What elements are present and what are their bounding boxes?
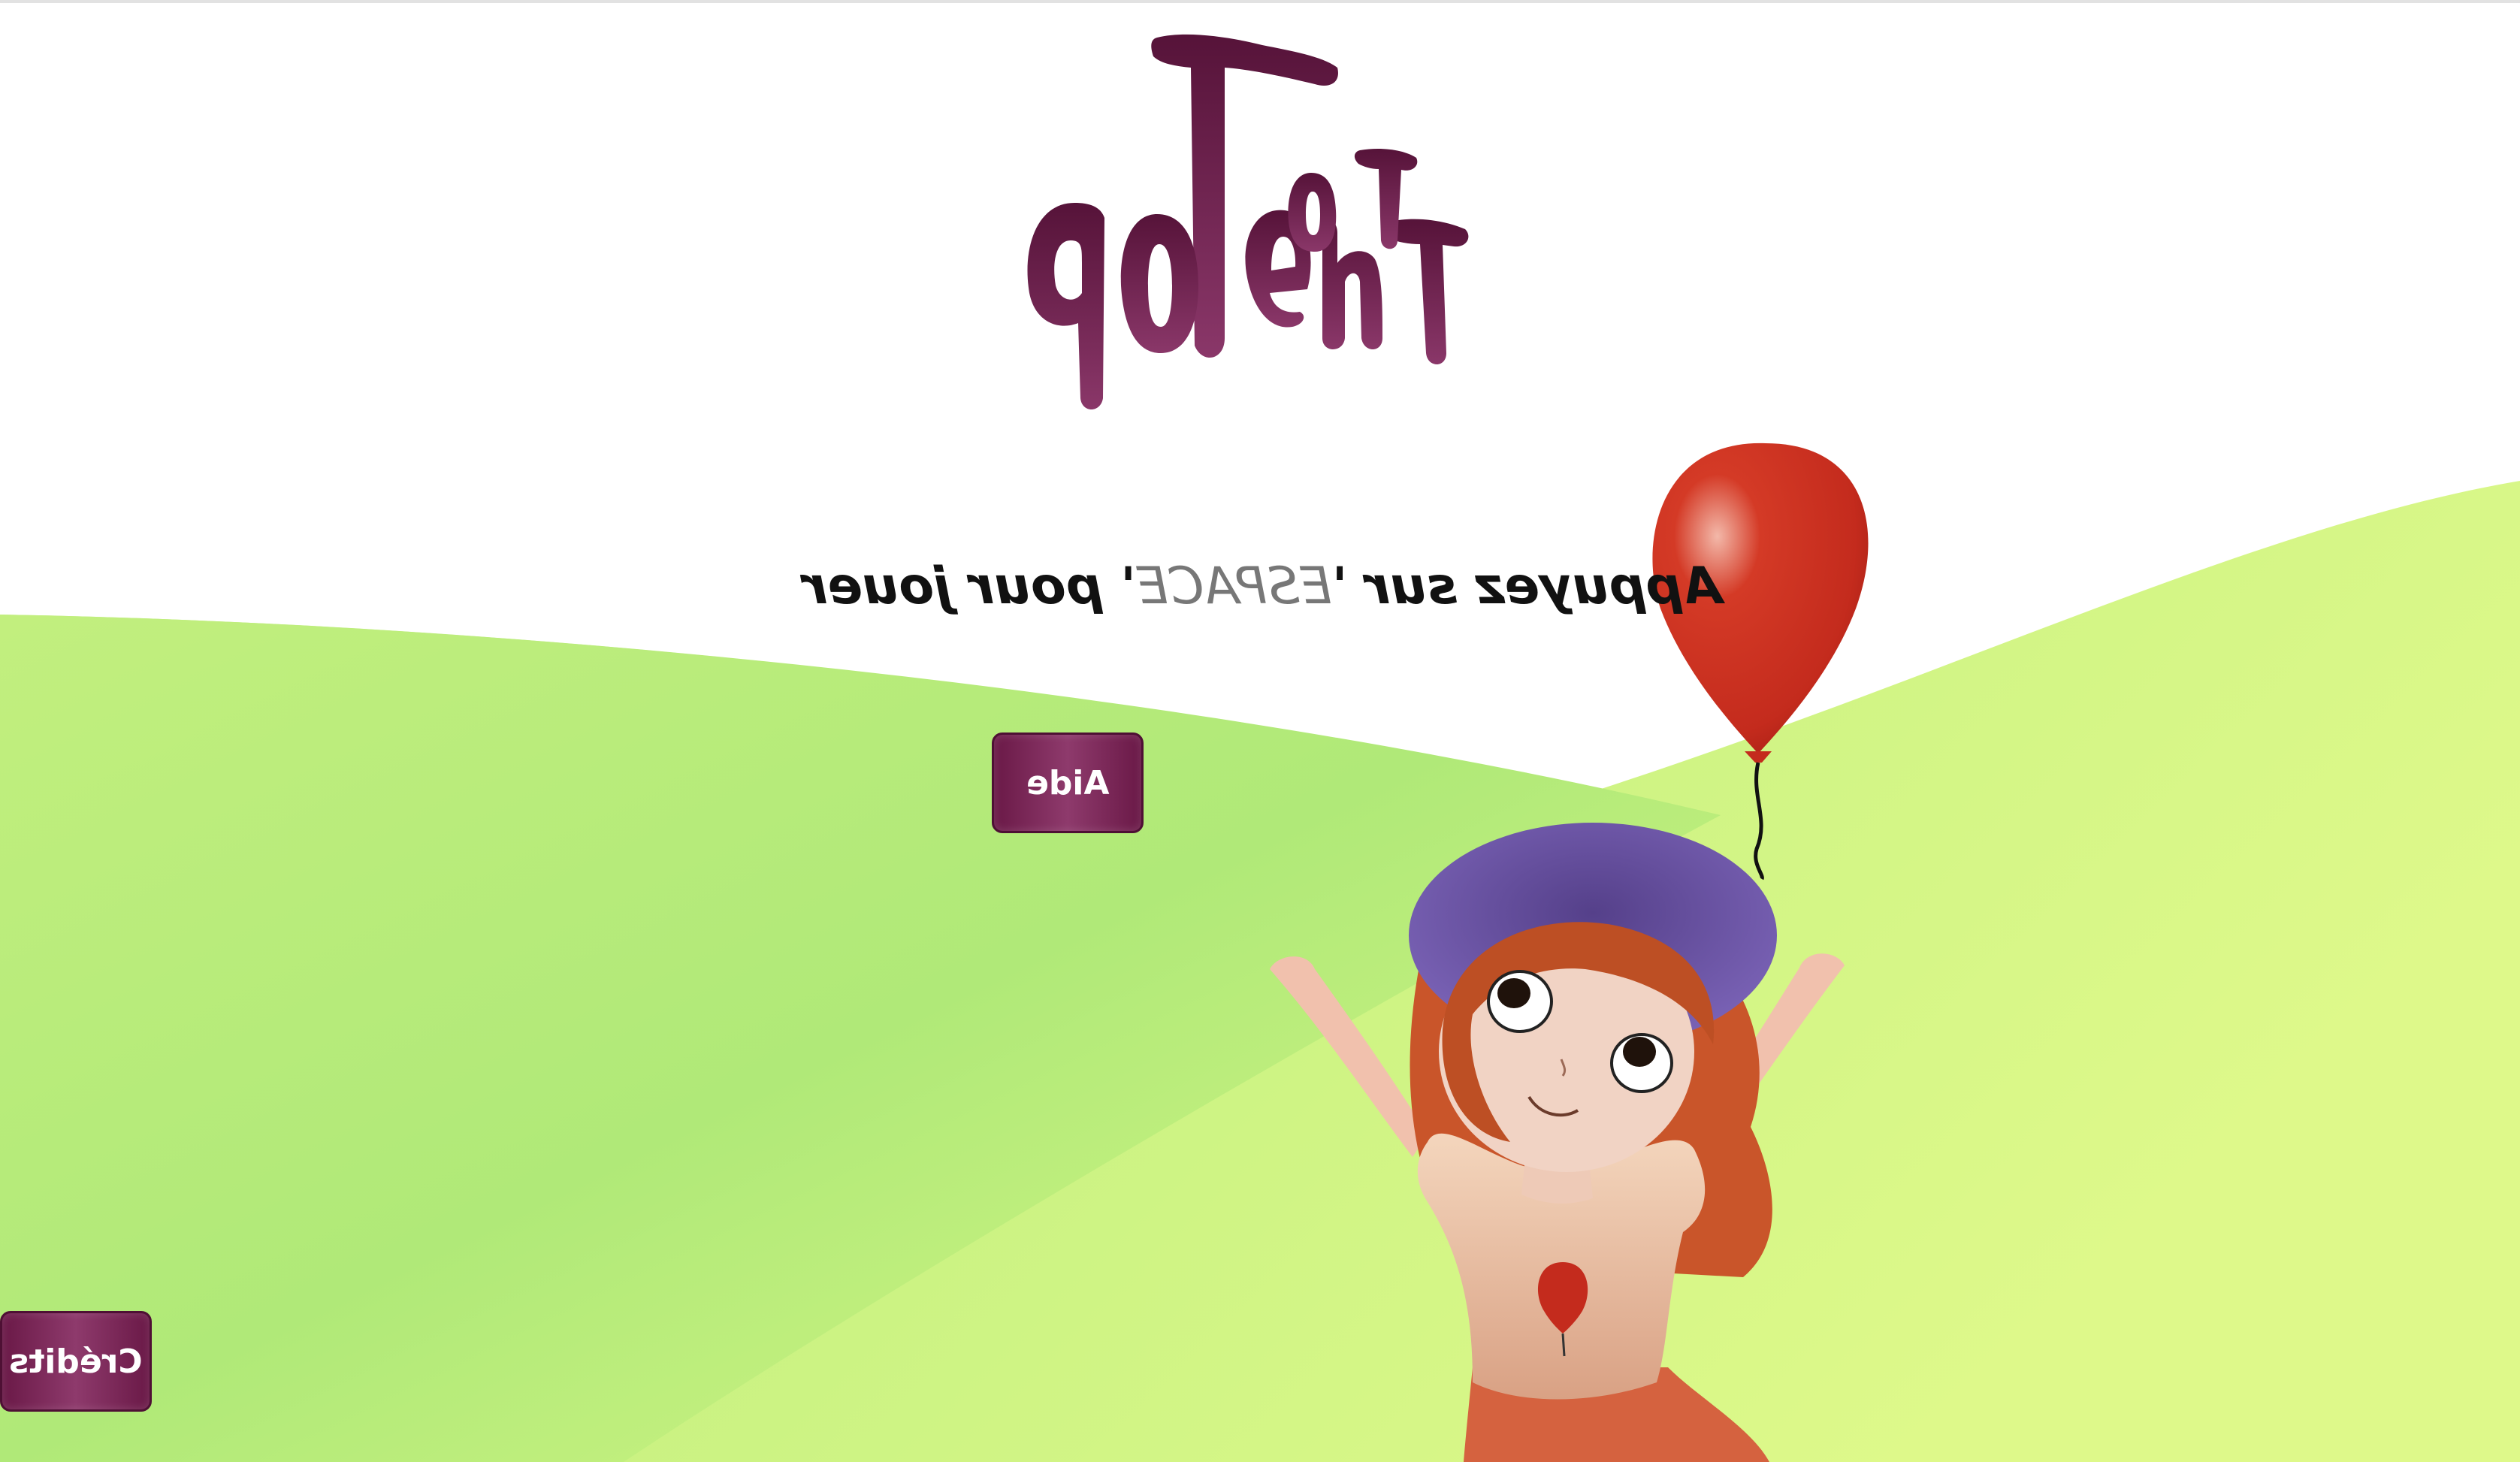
credits-button-label: Crédits — [9, 1342, 143, 1381]
prompt-text-after: ' pour jouer — [802, 556, 1136, 616]
play-prompt: Appuyez sur ' ESPACE ' pour jouer — [802, 548, 1721, 624]
prompt-key: ESPACE — [1135, 556, 1332, 616]
help-button[interactable]: Aide — [992, 733, 1144, 833]
prompt-text-before: Appuyez sur ' — [1331, 556, 1722, 616]
game-title-logo — [1027, 34, 1469, 409]
credits-button[interactable]: Crédits — [0, 1311, 152, 1412]
help-button-label: Aide — [1026, 763, 1110, 802]
